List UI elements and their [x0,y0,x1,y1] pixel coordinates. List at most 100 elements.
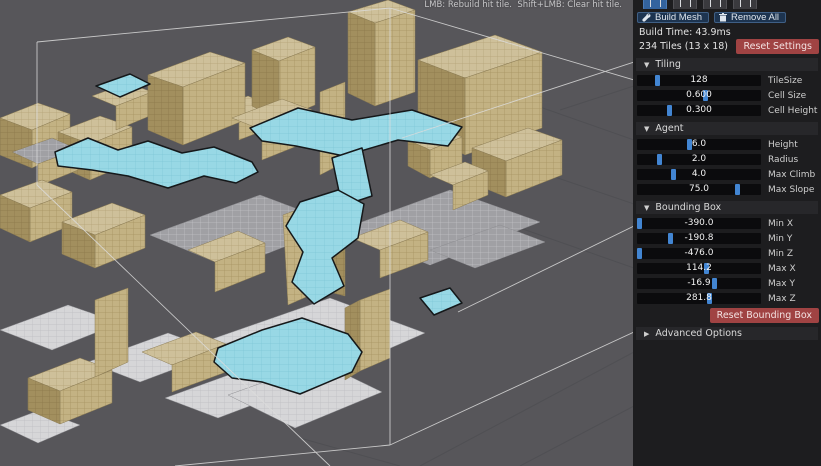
section-title: Advanced Options [655,328,742,339]
slider-label: Max Climb [768,170,815,180]
slider-handle[interactable] [667,105,672,116]
level-render [0,0,634,466]
slider-handle[interactable] [712,278,717,289]
slider-label: Max Z [768,294,796,304]
reset-settings-button[interactable]: Reset Settings [736,39,819,54]
section-title: Agent [655,123,683,134]
slider-handle[interactable] [671,169,676,180]
slider-label: Min Z [768,249,793,259]
reset-bounding-box-button[interactable]: Reset Bounding Box [710,308,819,323]
slider-row-tilesize: 128 TileSize [633,73,821,88]
slider-label: Height [768,140,798,150]
slider-value: -390.0 [637,218,761,229]
slider-handle[interactable] [668,233,673,244]
bounding-box-footer: Reset Bounding Box [633,306,821,323]
slider-handle[interactable] [703,90,708,101]
slider-value: 281.8 [637,293,761,304]
max-slope-slider[interactable]: 75.0 [637,184,761,195]
slider-label: Min X [768,219,793,229]
cellsize-slider[interactable]: 0.600 [637,90,761,101]
min-z-slider[interactable]: -476.0 [637,248,761,259]
min-x-slider[interactable]: -390.0 [637,218,761,229]
agent-height-slider[interactable]: 6.0 [637,139,761,150]
slider-label: Min Y [768,234,792,244]
slider-label: Cell Size [768,91,806,101]
slider-value: -476.0 [637,248,761,259]
slider-label: Cell Height [768,106,817,116]
section-header-advanced-options[interactable]: ▶ Advanced Options [636,327,818,340]
slider-row-miny: -190.8 Min Y [633,231,821,246]
tiles-status-row: 234 Tiles (13 x 18) Reset Settings [633,38,821,54]
slider-label: Radius [768,155,798,165]
slider-row-cellsize: 0.600 Cell Size [633,88,821,103]
slider-handle[interactable] [637,218,642,229]
slider-handle[interactable] [735,184,740,195]
max-z-slider[interactable]: 281.8 [637,293,761,304]
toolbar-button-3[interactable] [703,0,727,9]
slider-row-maxx: 114.2 Max X [633,261,821,276]
remove-all-button[interactable]: Remove All [714,12,786,23]
tool-mode-2-icon [680,0,691,7]
collapse-triangle-icon: ▼ [644,204,649,212]
viewport-3d-scene[interactable]: LMB: Rebuild hit tile. Shift+LMB: Clear … [0,0,634,466]
slider-row-minz: -476.0 Min Z [633,246,821,261]
min-y-slider[interactable]: -190.8 [637,233,761,244]
slider-value: 2.0 [637,154,761,165]
viewport-hint-text: LMB: Rebuild hit tile. Shift+LMB: Clear … [424,0,622,10]
collapse-triangle-icon: ▼ [644,61,649,69]
section-header-bounding-box[interactable]: ▼ Bounding Box [636,201,818,214]
tool-mode-3-icon [710,0,721,7]
mesh-actions: Build Mesh Remove All [633,9,821,23]
wrench-icon [642,13,651,22]
slider-value: -16.9 [637,278,761,289]
slider-label: Max X [768,264,796,274]
slider-label: Max Slope [768,185,814,195]
slider-row-radius: 2.0 Radius [633,152,821,167]
collapse-triangle-icon: ▼ [644,125,649,133]
slider-row-maxslope: 75.0 Max Slope [633,182,821,197]
slider-row-maxclimb: 4.0 Max Climb [633,167,821,182]
slider-label: Max Y [768,279,795,289]
section-title: Bounding Box [655,202,721,213]
slider-row-maxz: 281.8 Max Z [633,291,821,306]
slider-row-cellheight: 0.300 Cell Height [633,103,821,118]
toolbar-button-2[interactable] [673,0,697,9]
settings-panel: Build Mesh Remove All Build Time: 43.9ms… [633,0,821,466]
build-mesh-button[interactable]: Build Mesh [637,12,709,23]
slider-value: 75.0 [637,184,761,195]
slider-value: 0.300 [637,105,761,116]
build-mesh-label: Build Mesh [655,12,702,23]
collapse-triangle-icon: ▶ [644,330,649,338]
section-header-agent[interactable]: ▼ Agent [636,122,818,135]
slider-handle[interactable] [704,263,709,274]
tile-count-text: 234 Tiles (13 x 18) [639,41,736,52]
slider-value: 114.2 [637,263,761,274]
build-time-text: Build Time: 43.9ms [633,23,821,38]
toolbar-button-4[interactable] [733,0,757,9]
slider-handle[interactable] [707,293,712,304]
slider-value: 0.600 [637,90,761,101]
toolbar-button-1[interactable] [643,0,667,9]
slider-row-minx: -390.0 Min X [633,216,821,231]
tilesize-slider[interactable]: 128 [637,75,761,86]
cellheight-slider[interactable]: 0.300 [637,105,761,116]
max-climb-slider[interactable]: 4.0 [637,169,761,180]
section-header-tiling[interactable]: ▼ Tiling [636,58,818,71]
slider-handle[interactable] [657,154,662,165]
slider-handle[interactable] [637,248,642,259]
slider-label: TileSize [768,76,802,86]
trash-icon [719,13,727,22]
slider-row-height: 6.0 Height [633,137,821,152]
slider-handle[interactable] [687,139,692,150]
tool-mode-4-icon [740,0,751,7]
agent-radius-slider[interactable]: 2.0 [637,154,761,165]
slider-handle[interactable] [655,75,660,86]
tool-mode-1-icon [650,0,661,7]
panel-toolbar [633,0,821,9]
slider-row-maxy: -16.9 Max Y [633,276,821,291]
section-title: Tiling [655,59,680,70]
remove-all-label: Remove All [731,12,779,23]
max-y-slider[interactable]: -16.9 [637,278,761,289]
max-x-slider[interactable]: 114.2 [637,263,761,274]
slider-value: 6.0 [637,139,761,150]
